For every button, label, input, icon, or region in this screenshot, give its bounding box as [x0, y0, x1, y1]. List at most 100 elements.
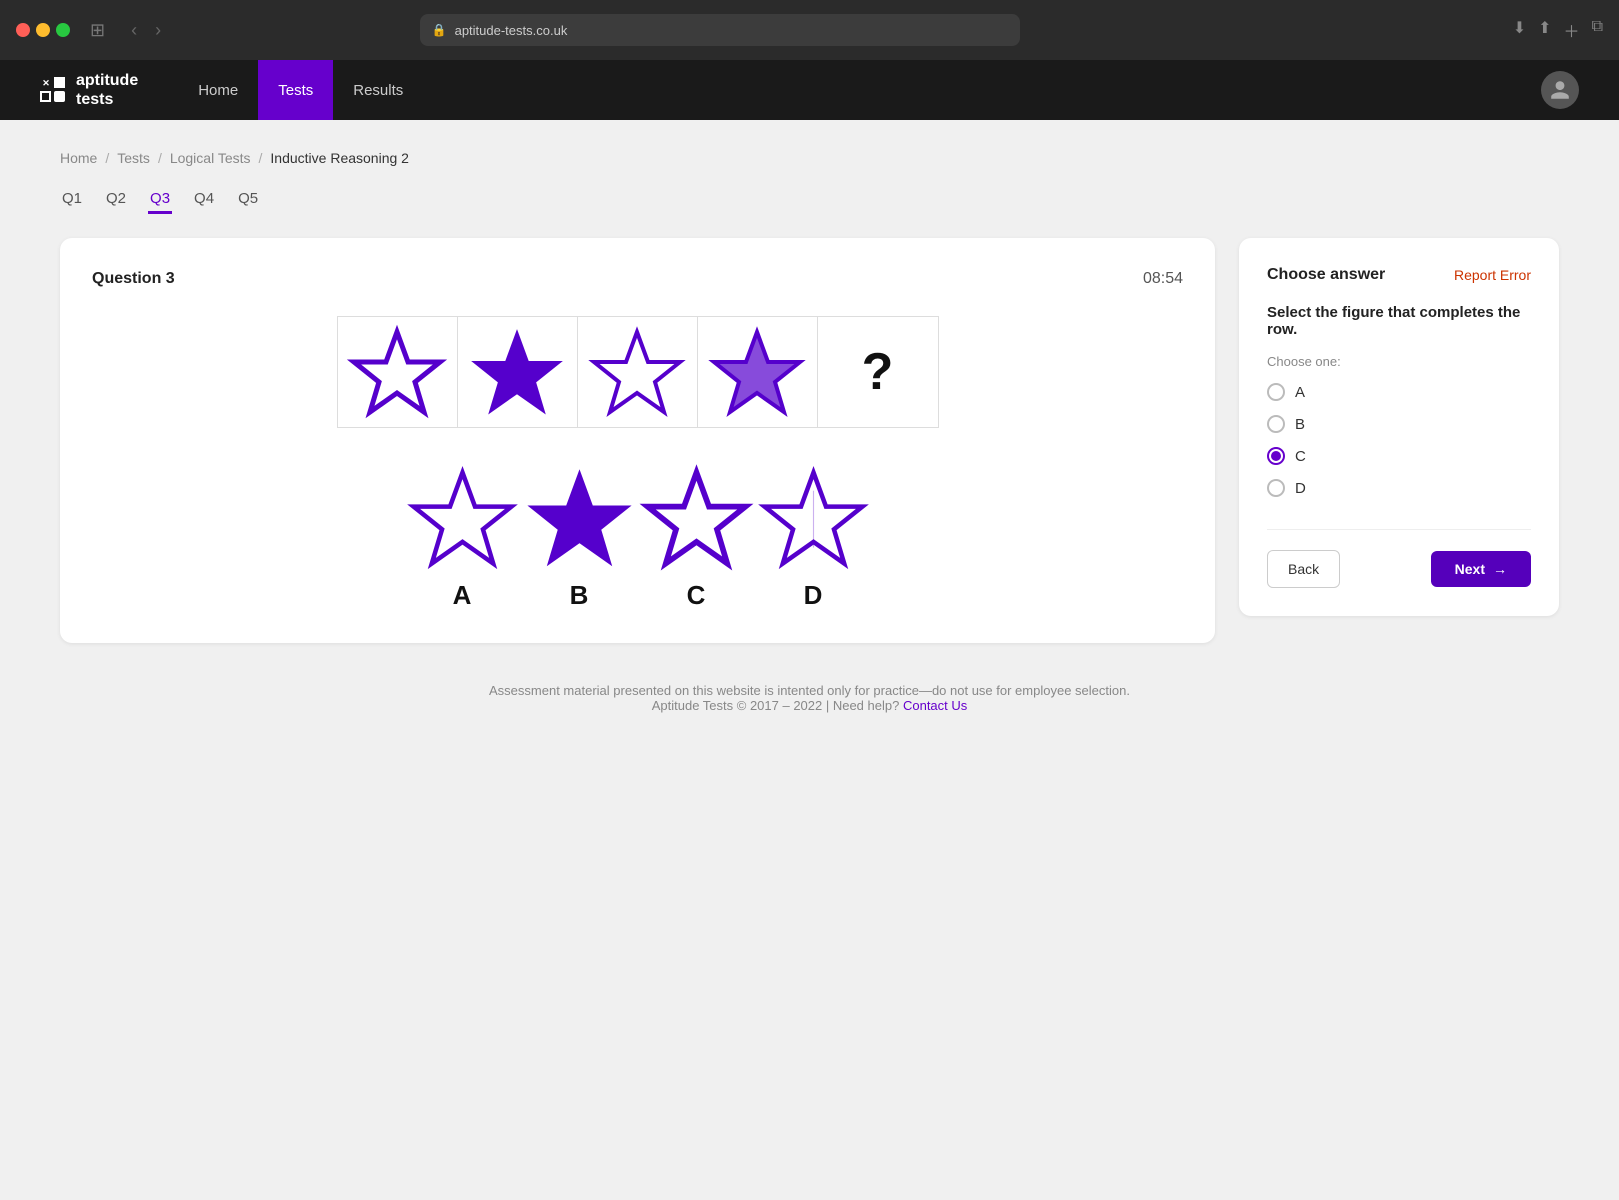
footer-copyright-text: Aptitude Tests © 2017 – 2022 | Need help… — [652, 698, 900, 713]
question-header: Question 3 08:54 — [92, 270, 1183, 288]
logo-square-2 — [54, 91, 65, 102]
tab-q2[interactable]: Q2 — [104, 186, 128, 214]
radio-options: A B C D — [1267, 383, 1531, 497]
answer-option-a[interactable]: A — [410, 468, 515, 611]
star-d — [761, 468, 866, 568]
breadcrumb-sep-3: / — [259, 150, 263, 166]
logo-x: ✕ — [40, 77, 52, 89]
tab-q5[interactable]: Q5 — [236, 186, 260, 214]
minimize-button[interactable] — [36, 23, 50, 37]
panel-buttons: Back Next → — [1267, 529, 1531, 588]
star-partial-4 — [712, 328, 802, 416]
star-matrix-row: ? — [337, 316, 939, 428]
radio-circle-d — [1267, 479, 1285, 497]
radio-circle-c — [1267, 447, 1285, 465]
radio-option-d[interactable]: D — [1267, 479, 1531, 497]
radio-label-d: D — [1295, 480, 1306, 497]
answer-option-b[interactable]: B — [527, 468, 632, 611]
logo-text: aptitude tests — [76, 71, 138, 109]
logo-square-outline — [40, 91, 51, 102]
question-card: Question 3 08:54 — [60, 238, 1215, 643]
question-mark: ? — [862, 342, 894, 402]
breadcrumb-current: Inductive Reasoning 2 — [270, 150, 409, 166]
lock-icon: 🔒 — [432, 23, 447, 37]
answer-label-b: B — [570, 580, 589, 611]
back-nav-button[interactable]: ‹ — [125, 16, 143, 45]
tab-q3[interactable]: Q3 — [148, 186, 172, 214]
matrix-cell-4 — [698, 317, 818, 427]
radio-circle-a — [1267, 383, 1285, 401]
new-tab-icon[interactable]: ＋ — [1564, 18, 1580, 42]
address-bar[interactable]: 🔒 aptitude-tests.co.uk — [420, 14, 1020, 46]
answer-label-d: D — [804, 580, 823, 611]
breadcrumb-logical-tests[interactable]: Logical Tests — [170, 150, 251, 166]
browser-actions: ⬇ ⬆ ＋ ⧉ — [1513, 18, 1603, 42]
sidebar-toggle-icon[interactable]: ⊞ — [90, 20, 105, 41]
user-avatar[interactable] — [1541, 71, 1579, 109]
nav-tests[interactable]: Tests — [258, 60, 333, 120]
download-icon[interactable]: ⬇ — [1513, 18, 1526, 42]
window-icon[interactable]: ⧉ — [1592, 18, 1603, 42]
radio-option-b[interactable]: B — [1267, 415, 1531, 433]
tab-q1[interactable]: Q1 — [60, 186, 84, 214]
header-right — [1541, 71, 1579, 109]
star-b — [527, 468, 632, 568]
radio-label-b: B — [1295, 416, 1305, 433]
panel-instruction: Select the figure that completes the row… — [1267, 304, 1531, 338]
logo-square-filled — [54, 77, 65, 88]
next-button-label: Next — [1455, 561, 1485, 577]
matrix-cell-1 — [338, 317, 458, 427]
next-arrow-icon: → — [1493, 561, 1507, 577]
maximize-button[interactable] — [56, 23, 70, 37]
back-button[interactable]: Back — [1267, 550, 1340, 588]
panel-header: Choose answer Report Error — [1267, 266, 1531, 284]
star-c — [644, 468, 749, 568]
footer-contact-link[interactable]: Contact Us — [903, 698, 967, 713]
matrix-cell-question: ? — [818, 317, 938, 427]
footer: Assessment material presented on this we… — [60, 643, 1559, 733]
question-number: Question 3 — [92, 270, 175, 288]
nav-home[interactable]: Home — [178, 60, 258, 120]
star-outline-3 — [592, 328, 682, 416]
footer-copyright: Aptitude Tests © 2017 – 2022 | Need help… — [60, 698, 1559, 713]
choose-one-label: Choose one: — [1267, 354, 1531, 369]
app-header: ✕ aptitude tests Home Tests Results — [0, 60, 1619, 120]
radio-label-c: C — [1295, 448, 1306, 465]
main-nav: Home Tests Results — [178, 60, 423, 120]
radio-option-a[interactable]: A — [1267, 383, 1531, 401]
tab-q4[interactable]: Q4 — [192, 186, 216, 214]
answer-label-c: C — [687, 580, 706, 611]
question-tabs: Q1 Q2 Q3 Q4 Q5 — [60, 186, 1559, 214]
page-content: Home / Tests / Logical Tests / Inductive… — [0, 120, 1619, 1200]
report-error-link[interactable]: Report Error — [1454, 267, 1531, 283]
next-button[interactable]: Next → — [1431, 551, 1531, 587]
browser-chrome: ⊞ ‹ › 🔒 aptitude-tests.co.uk ⬇ ⬆ ＋ ⧉ — [0, 0, 1619, 60]
close-button[interactable] — [16, 23, 30, 37]
panel-title: Choose answer — [1267, 266, 1385, 284]
answer-option-d[interactable]: D — [761, 468, 866, 611]
nav-results[interactable]: Results — [333, 60, 423, 120]
question-timer: 08:54 — [1143, 270, 1183, 288]
answer-options-row: A B C — [410, 468, 866, 611]
logo-area: ✕ aptitude tests — [40, 71, 138, 109]
footer-disclaimer: Assessment material presented on this we… — [60, 683, 1559, 698]
forward-nav-button[interactable]: › — [149, 16, 167, 45]
star-matrix: ? A — [92, 316, 1183, 611]
answer-option-c[interactable]: C — [644, 468, 749, 611]
radio-circle-b — [1267, 415, 1285, 433]
breadcrumb-sep-2: / — [158, 150, 162, 166]
breadcrumb-tests[interactable]: Tests — [117, 150, 150, 166]
breadcrumb-home[interactable]: Home — [60, 150, 97, 166]
star-a — [410, 468, 515, 568]
star-outline-1 — [352, 328, 442, 416]
radio-label-a: A — [1295, 384, 1305, 401]
share-icon[interactable]: ⬆ — [1538, 18, 1551, 42]
breadcrumb: Home / Tests / Logical Tests / Inductive… — [60, 150, 1559, 166]
breadcrumb-sep-1: / — [105, 150, 109, 166]
matrix-cell-3 — [578, 317, 698, 427]
answer-panel: Choose answer Report Error Select the fi… — [1239, 238, 1559, 616]
logo-icon: ✕ — [40, 77, 66, 103]
radio-option-c[interactable]: C — [1267, 447, 1531, 465]
browser-nav: ‹ › — [125, 16, 167, 45]
matrix-cell-2 — [458, 317, 578, 427]
